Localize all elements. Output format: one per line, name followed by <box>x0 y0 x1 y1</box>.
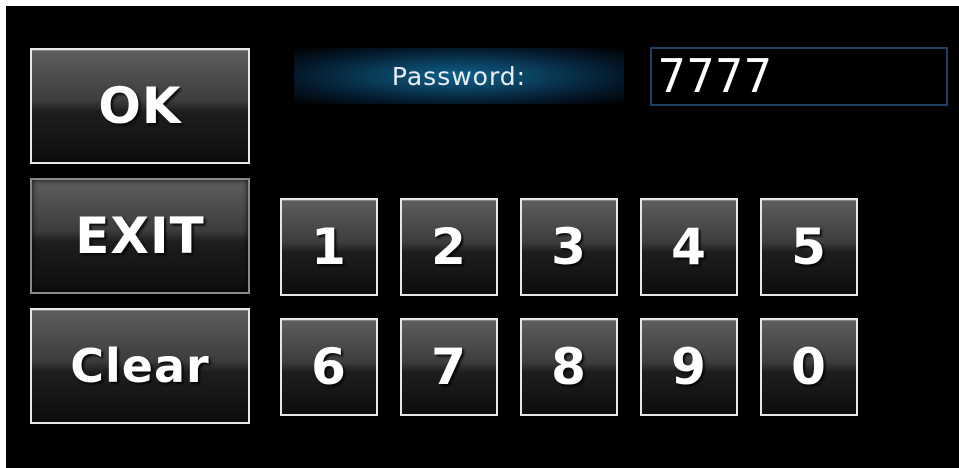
key-3[interactable]: 3 <box>520 198 618 296</box>
password-label: Password: <box>294 48 624 104</box>
clear-button[interactable]: Clear <box>30 308 250 424</box>
key-9[interactable]: 9 <box>640 318 738 416</box>
key-0[interactable]: 0 <box>760 318 858 416</box>
key-5[interactable]: 5 <box>760 198 858 296</box>
key-8[interactable]: 8 <box>520 318 618 416</box>
key-2[interactable]: 2 <box>400 198 498 296</box>
password-field[interactable]: 7777 <box>650 47 948 106</box>
key-1[interactable]: 1 <box>280 198 378 296</box>
password-screen: OK EXIT Clear Password: 7777 1 2 3 4 5 6… <box>6 6 959 468</box>
key-4[interactable]: 4 <box>640 198 738 296</box>
exit-button[interactable]: EXIT <box>30 178 250 294</box>
key-6[interactable]: 6 <box>280 318 378 416</box>
ok-button[interactable]: OK <box>30 48 250 164</box>
key-7[interactable]: 7 <box>400 318 498 416</box>
